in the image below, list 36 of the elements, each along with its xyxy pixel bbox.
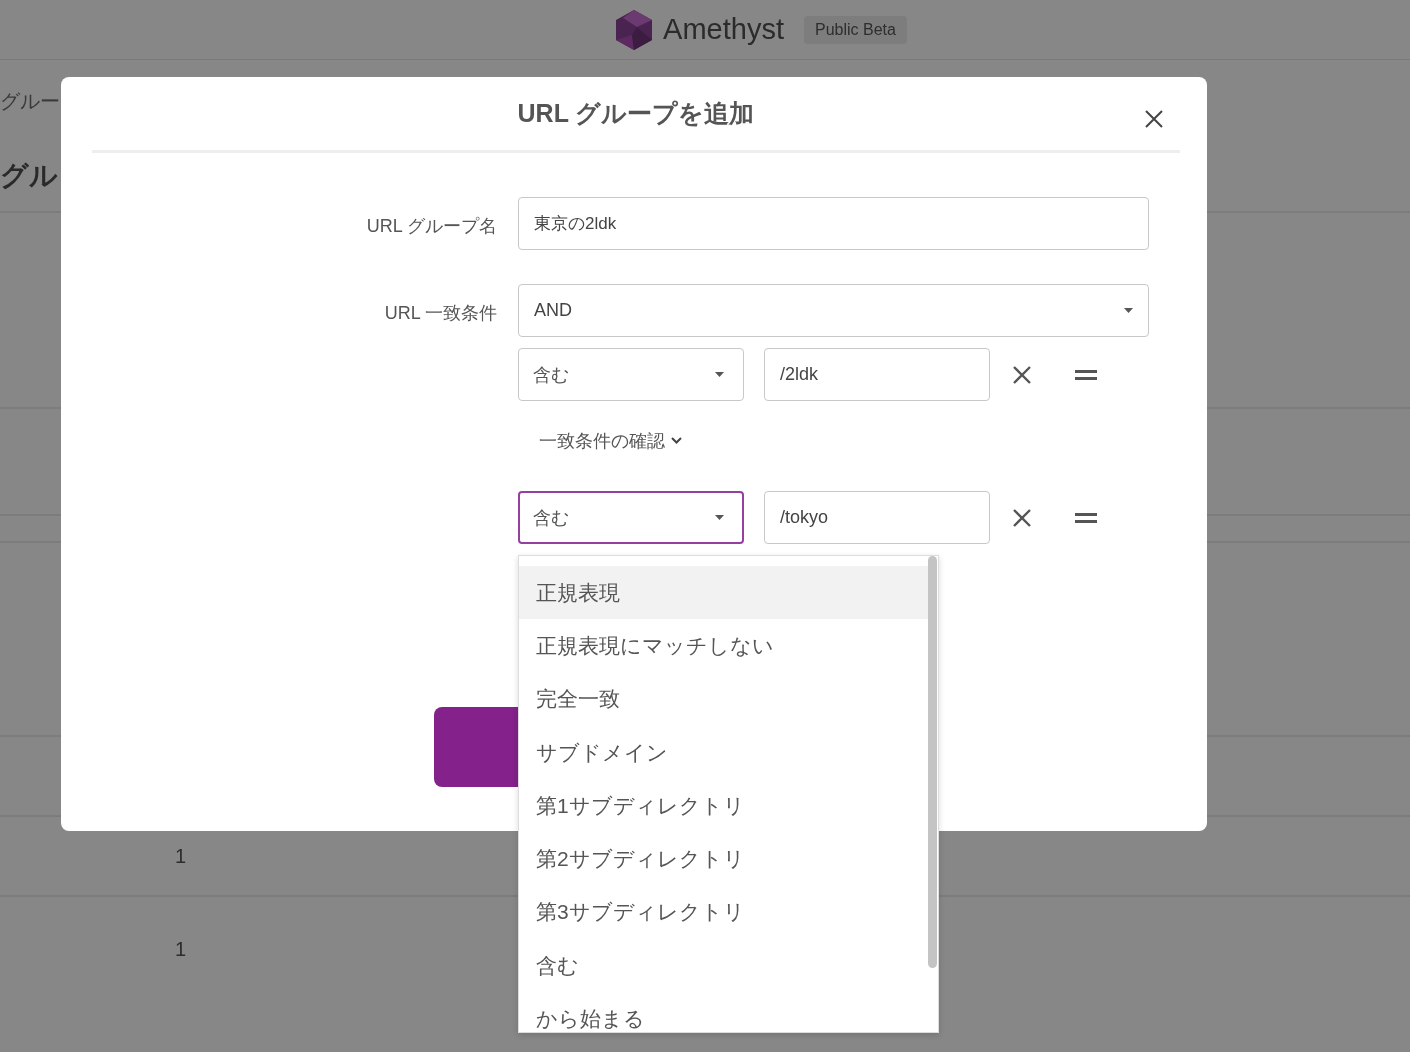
dropdown-option[interactable]: 正規表現にマッチしない <box>519 619 928 673</box>
caret-icon <box>715 372 724 377</box>
scrollbar-thumb[interactable] <box>928 556 937 968</box>
dropdown-option[interactable]: 完全一致 <box>519 672 928 726</box>
caret-icon <box>1124 308 1133 313</box>
dropdown-option[interactable]: 第2サブディレクトリ <box>519 832 928 886</box>
close-icon <box>1145 110 1163 128</box>
drag-handle-icon[interactable] <box>1075 512 1097 523</box>
dropdown-option[interactable]: 含む <box>519 939 928 993</box>
condition-select[interactable]: 含む <box>518 491 744 544</box>
preview-toggle[interactable]: 一致条件の確認 <box>539 428 682 453</box>
field-label: URL 一致条件 <box>384 301 497 325</box>
beta-badge: Public Beta <box>803 15 907 44</box>
match-operator-select[interactable]: AND <box>518 284 1149 337</box>
field-label: URL グループ名 <box>366 214 497 238</box>
table-cell: 1 <box>175 844 187 868</box>
table-cell: 1 <box>175 937 187 961</box>
remove-icon[interactable] <box>1012 507 1032 528</box>
brand-name: Amethyst <box>663 13 784 46</box>
breadcrumb: グルー <box>0 90 60 112</box>
group-name-input-field[interactable]: 東京の2ldk <box>518 197 1149 250</box>
condition-select[interactable]: 含む <box>518 348 744 401</box>
drag-handle-icon[interactable] <box>1075 369 1097 380</box>
dialog-title: URL グループを追加 <box>517 98 755 129</box>
dropdown-option[interactable]: 第3サブディレクトリ <box>519 885 928 940</box>
page-heading: グル <box>0 159 58 193</box>
chevron-down-icon <box>671 437 682 444</box>
dropdown-option[interactable]: サブドメイン <box>519 725 928 780</box>
pattern-input-field[interactable]: /tokyo <box>764 491 990 544</box>
dropdown-option[interactable]: 正規表現 <box>519 566 928 620</box>
caret-icon <box>715 515 724 520</box>
dropdown-option[interactable]: 第1サブディレクトリ <box>519 779 928 833</box>
close-button[interactable] <box>1145 110 1163 128</box>
remove-icon[interactable] <box>1012 364 1032 385</box>
dropdown-option[interactable]: から始まる <box>519 992 928 1032</box>
pattern-input-field[interactable]: /2ldk <box>764 348 990 401</box>
